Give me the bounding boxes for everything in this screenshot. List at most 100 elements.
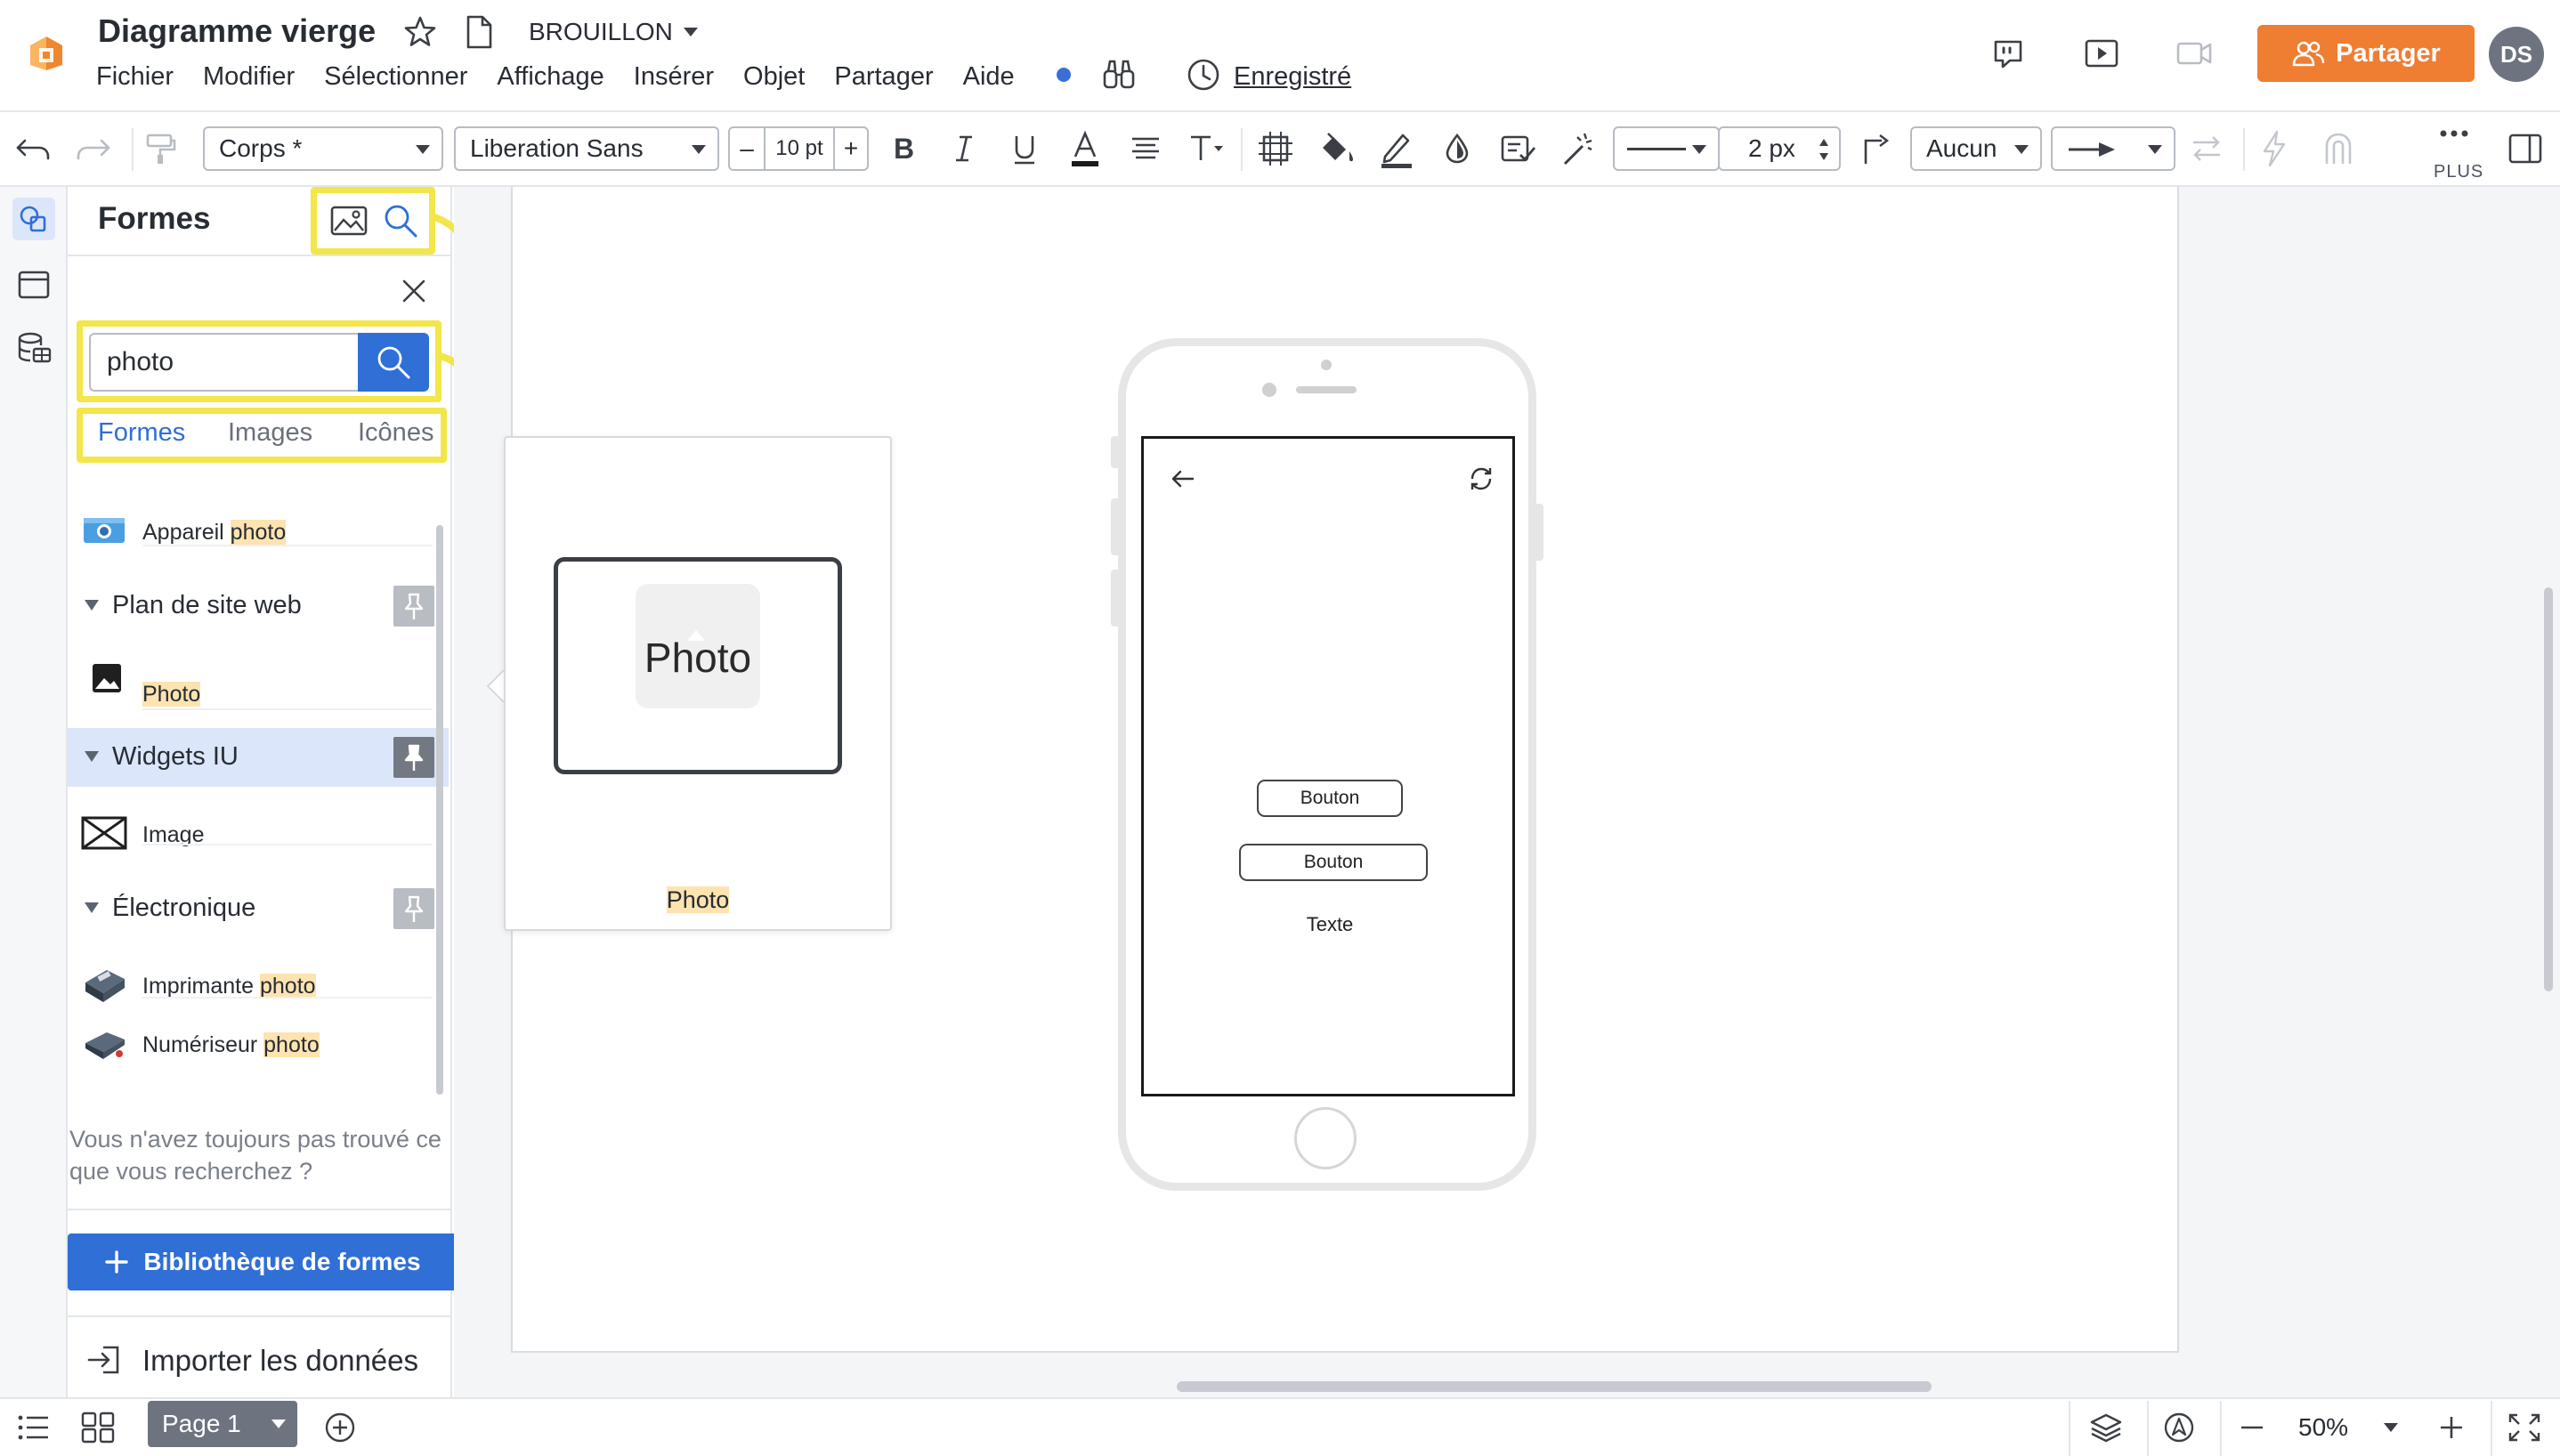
import-data-button[interactable]: Importer les données	[142, 1344, 418, 1378]
magic-wand-icon[interactable]	[1558, 128, 1599, 169]
menu-help[interactable]: Aide	[963, 61, 1015, 96]
shape-search-input[interactable]	[89, 333, 360, 392]
pages-panel-icon[interactable]	[12, 263, 55, 306]
user-avatar[interactable]: DS	[2489, 27, 2544, 82]
comment-icon[interactable]	[1990, 36, 2026, 71]
font-size-increase-button[interactable]: +	[833, 128, 867, 169]
chevron-down-icon[interactable]	[2382, 1420, 2400, 1435]
zoom-out-icon[interactable]	[2234, 1412, 2270, 1444]
arrow-start-select[interactable]: Aucun	[1910, 126, 2042, 171]
mockup-text[interactable]: Texte	[1257, 913, 1403, 936]
page-tab[interactable]: Page 1	[148, 1401, 297, 1447]
layers-icon[interactable]	[2088, 1412, 2124, 1444]
grid-view-icon[interactable]	[80, 1412, 116, 1444]
line-width-select[interactable]: 2 px	[1718, 126, 1841, 171]
chevron-down-icon	[2014, 145, 2029, 154]
horizontal-scrollbar[interactable]	[1177, 1381, 1932, 1392]
undo-icon[interactable]	[12, 128, 53, 169]
mockup-button[interactable]: Bouton	[1257, 780, 1403, 817]
menu-edit[interactable]: Modifier	[203, 61, 295, 96]
more-label[interactable]: PLUS	[2434, 162, 2483, 182]
shape-container-icon[interactable]	[1255, 128, 1296, 169]
mockup-button[interactable]: Bouton	[1239, 844, 1428, 881]
menu-object[interactable]: Objet	[743, 61, 805, 96]
zoom-level[interactable]: 50%	[2298, 1413, 2348, 1442]
zoom-in-icon[interactable]	[2434, 1412, 2469, 1444]
back-arrow-icon[interactable]	[1166, 463, 1198, 495]
fill-color-icon[interactable]	[1316, 128, 1357, 169]
menu-view[interactable]: Affichage	[497, 61, 604, 96]
shapes-panel-icon[interactable]	[12, 198, 55, 240]
tab-images[interactable]: Images	[228, 418, 312, 448]
list-view-icon[interactable]	[16, 1412, 52, 1444]
list-item[interactable]: Image	[68, 812, 442, 856]
document-icon[interactable]	[463, 14, 495, 50]
text-align-icon[interactable]	[1125, 128, 1166, 169]
connector-style-icon[interactable]	[1855, 128, 1896, 169]
pin-icon[interactable]	[393, 737, 434, 778]
underline-icon[interactable]	[1004, 128, 1045, 169]
chevron-down-icon[interactable]	[682, 25, 700, 39]
add-page-icon[interactable]	[322, 1412, 358, 1444]
text-color-icon[interactable]	[1065, 128, 1106, 169]
font-size-decrease-button[interactable]: –	[730, 128, 766, 169]
menu-file[interactable]: Fichier	[96, 61, 174, 96]
phone-screen[interactable]	[1141, 436, 1515, 1096]
lightning-icon[interactable]	[2254, 128, 2295, 169]
right-panel-toggle-icon[interactable]	[2505, 128, 2546, 169]
font-size-value[interactable]: 10 pt	[766, 128, 833, 169]
divider	[68, 1315, 452, 1317]
group-name: Électronique	[112, 894, 256, 922]
font-size-stepper[interactable]: – 10 pt +	[728, 126, 869, 171]
presentation-play-icon[interactable]	[2083, 36, 2120, 71]
search-submit-button[interactable]	[358, 333, 429, 392]
conditional-formatting-icon[interactable]	[1497, 128, 1538, 169]
italic-icon[interactable]	[944, 128, 984, 169]
clock-icon[interactable]	[1186, 57, 1221, 93]
revision-history-link[interactable]: Enregistré	[1234, 61, 1351, 93]
tab-icons[interactable]: Icônes	[358, 418, 433, 448]
menu-share[interactable]: Partager	[834, 61, 933, 96]
pin-icon[interactable]	[393, 586, 434, 627]
video-camera-icon[interactable]	[2175, 37, 2213, 69]
text-options-icon[interactable]	[1186, 128, 1227, 169]
bold-icon[interactable]: B	[883, 128, 924, 169]
format-painter-icon[interactable]	[141, 128, 182, 169]
arrow-end-select[interactable]	[2051, 126, 2175, 171]
group-header[interactable]: Électronique	[68, 879, 449, 938]
vertical-scrollbar[interactable]	[2544, 587, 2553, 991]
opacity-drop-icon[interactable]	[1437, 128, 1478, 169]
document-status[interactable]: BROUILLON	[529, 18, 673, 46]
menu-select[interactable]: Sélectionner	[324, 61, 467, 96]
import-icon[interactable]	[85, 1342, 125, 1378]
shape-library-button[interactable]: Bibliothèque de formes	[68, 1234, 458, 1290]
line-color-icon[interactable]	[1376, 128, 1417, 169]
group-header[interactable]: Plan de site web	[68, 577, 449, 635]
fullscreen-icon[interactable]	[2507, 1412, 2542, 1444]
panel-scrollbar[interactable]	[436, 525, 443, 1095]
list-item[interactable]: Appareil photo	[68, 509, 442, 554]
list-item[interactable]: Numériseur photo	[68, 1022, 442, 1066]
share-button[interactable]: Partager	[2257, 25, 2475, 82]
star-icon[interactable]	[402, 14, 438, 50]
magnet-icon[interactable]	[2318, 128, 2359, 169]
line-style-select[interactable]	[1613, 126, 1720, 171]
more-dots-icon[interactable]	[2434, 121, 2475, 148]
refresh-icon[interactable]	[1465, 463, 1497, 495]
data-panel-icon[interactable]	[12, 328, 55, 370]
redo-icon[interactable]	[73, 128, 114, 169]
list-item[interactable]: Imprimante photo	[68, 963, 442, 1007]
list-item[interactable]: Photo	[68, 659, 442, 707]
navigate-icon[interactable]	[2161, 1412, 2197, 1444]
swap-arrows-icon[interactable]	[2186, 128, 2227, 169]
tab-shapes[interactable]: Formes	[98, 418, 185, 448]
binoculars-icon[interactable]	[1100, 57, 1138, 93]
menu-insert[interactable]: Insérer	[634, 61, 714, 96]
text-style-select[interactable]: Corps *	[203, 126, 443, 171]
lucid-logo-icon[interactable]	[27, 34, 66, 73]
pin-icon[interactable]	[393, 888, 434, 929]
document-title[interactable]: Diagramme vierge	[98, 12, 376, 50]
font-family-select[interactable]: Liberation Sans	[454, 126, 719, 171]
close-icon[interactable]	[399, 276, 429, 306]
group-header[interactable]: Widgets IU	[68, 728, 449, 787]
